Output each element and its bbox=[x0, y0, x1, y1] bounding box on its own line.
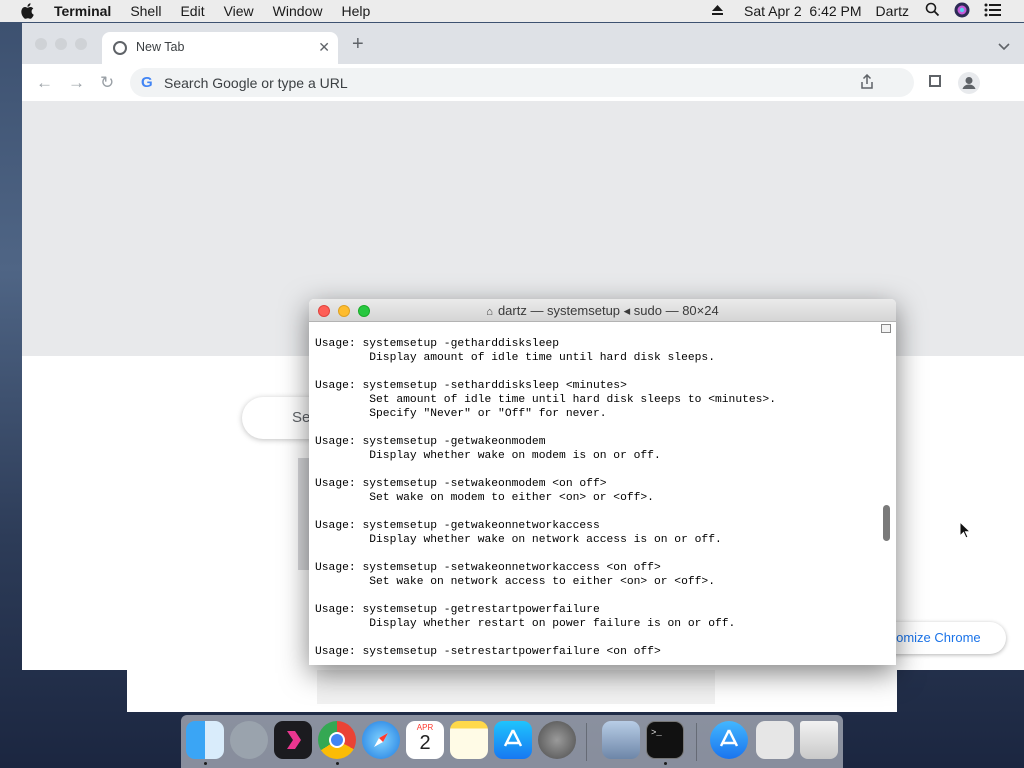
browser-toolbar: ← → ↻ G Search Google or type a URL bbox=[22, 64, 1024, 101]
background-window bbox=[127, 670, 897, 712]
calendar-icon[interactable]: APR 2 bbox=[406, 721, 444, 759]
eject-icon[interactable] bbox=[711, 3, 724, 19]
terminal-line: Display whether wake on modem is on or o… bbox=[315, 450, 661, 462]
terminal-line: Set wake on modem to either <on> or <off… bbox=[315, 492, 654, 504]
chrome-minimize-button[interactable] bbox=[55, 38, 67, 50]
ntp-search-placeholder: Se bbox=[292, 409, 311, 426]
tab-title: New Tab bbox=[136, 40, 185, 54]
calendar-month: APR bbox=[416, 723, 434, 732]
terminal-line: Usage: systemsetup -setwakeonmodem <on o… bbox=[315, 478, 607, 490]
terminal-line: Display whether wake on network access i… bbox=[315, 534, 722, 546]
share-icon[interactable] bbox=[860, 73, 874, 95]
trash-icon[interactable] bbox=[800, 721, 838, 759]
split-pane-icon[interactable] bbox=[881, 324, 891, 333]
terminal-title-bar[interactable]: ⌂ dartz — systemsetup ◂ sudo — 80×24 bbox=[309, 299, 896, 322]
notes-icon[interactable] bbox=[450, 721, 488, 759]
menu-bar: Terminal Shell Edit View Window Help Sat… bbox=[0, 0, 1024, 22]
terminal-title: dartz — systemsetup ◂ sudo — 80×24 bbox=[497, 303, 719, 318]
control-center-icon[interactable] bbox=[984, 3, 1002, 20]
terminal-line: Display whether restart on power failure… bbox=[315, 618, 736, 630]
profile-avatar-icon[interactable] bbox=[958, 72, 980, 94]
davinci-icon[interactable] bbox=[274, 721, 312, 759]
terminal-line: Display amount of idle time until hard d… bbox=[315, 352, 715, 364]
omnibox-placeholder: Search Google or type a URL bbox=[164, 75, 348, 91]
side-panel-icon[interactable] bbox=[929, 75, 941, 87]
siri-icon[interactable] bbox=[954, 2, 970, 21]
mouse-cursor-icon bbox=[959, 521, 971, 539]
menu-view[interactable]: View bbox=[224, 3, 254, 19]
terminal-line: Set wake on network access to either <on… bbox=[315, 576, 715, 588]
terminal-window: ⌂ dartz — systemsetup ◂ sudo — 80×24 Usag… bbox=[309, 299, 896, 665]
chrome-icon[interactable] bbox=[318, 721, 356, 759]
reload-icon[interactable]: ↻ bbox=[100, 73, 114, 93]
terminal-icon[interactable]: >_ bbox=[646, 721, 684, 759]
launchpad-icon[interactable] bbox=[230, 721, 268, 759]
tab-close-icon[interactable]: ✕ bbox=[318, 39, 330, 56]
chrome-close-button[interactable] bbox=[35, 38, 47, 50]
menu-window[interactable]: Window bbox=[273, 3, 323, 19]
terminal-line: Specify "Never" or "Off" for never. bbox=[315, 408, 607, 420]
terminal-line: Usage: systemsetup -setrestartpowerfailu… bbox=[315, 646, 661, 658]
terminal-line: Usage: systemsetup -getwakeonnetworkacce… bbox=[315, 520, 600, 532]
menu-app-name[interactable]: Terminal bbox=[54, 3, 111, 19]
menu-extras: Sat Apr 2 6:42 PM Dartz bbox=[697, 0, 1024, 22]
terminal-running-dot bbox=[664, 762, 667, 765]
tab-strip: New Tab ✕ + bbox=[22, 23, 1024, 64]
documents-icon[interactable] bbox=[756, 721, 794, 759]
chrome-running-dot bbox=[336, 762, 339, 765]
chrome-zoom-button[interactable] bbox=[75, 38, 87, 50]
safari-icon[interactable] bbox=[362, 721, 400, 759]
terminal-output[interactable]: Usage: systemsetup -getharddisksleep Dis… bbox=[315, 337, 776, 659]
terminal-line: Usage: systemsetup -getharddisksleep bbox=[315, 338, 560, 350]
spotlight-icon[interactable] bbox=[925, 2, 940, 20]
terminal-line: Usage: systemsetup -setwakeonnetworkacce… bbox=[315, 562, 661, 574]
appstore-icon[interactable] bbox=[494, 721, 532, 759]
menu-clock[interactable]: Sat Apr 2 6:42 PM bbox=[744, 3, 862, 19]
finder-running-dot bbox=[204, 762, 207, 765]
tab-new-tab[interactable]: New Tab ✕ bbox=[102, 32, 338, 64]
preview-icon[interactable] bbox=[602, 721, 640, 759]
terminal-line: Usage: systemsetup -setharddisksleep <mi… bbox=[315, 380, 627, 392]
finder-icon[interactable] bbox=[186, 721, 224, 759]
terminal-line: Set amount of idle time until hard disk … bbox=[315, 394, 776, 406]
downloads-icon[interactable] bbox=[710, 721, 748, 759]
chrome-favicon-icon bbox=[113, 41, 127, 55]
forward-icon[interactable]: → bbox=[68, 73, 85, 93]
menu-shell[interactable]: Shell bbox=[130, 3, 161, 19]
menu-user[interactable]: Dartz bbox=[876, 3, 909, 19]
terminal-line: Usage: systemsetup -getrestartpowerfailu… bbox=[315, 604, 600, 616]
customize-chrome-label: stomize Chrome bbox=[886, 630, 981, 645]
terminal-scrollbar[interactable] bbox=[883, 505, 890, 541]
new-tab-button[interactable]: + bbox=[352, 33, 364, 56]
dock: APR 2 >_ bbox=[181, 715, 843, 768]
calendar-day: 2 bbox=[419, 732, 431, 754]
menu-help[interactable]: Help bbox=[341, 3, 370, 19]
home-folder-icon: ⌂ bbox=[486, 306, 493, 318]
system-preferences-icon[interactable] bbox=[538, 721, 576, 759]
tab-search-chevron-icon[interactable] bbox=[998, 38, 1010, 56]
omnibox[interactable]: G Search Google or type a URL bbox=[130, 68, 914, 97]
apple-menu-icon[interactable] bbox=[20, 3, 34, 19]
back-icon[interactable]: ← bbox=[36, 73, 53, 93]
menu-edit[interactable]: Edit bbox=[180, 3, 204, 19]
google-g-icon: G bbox=[141, 74, 153, 91]
terminal-line: Usage: systemsetup -getwakeonmodem bbox=[315, 436, 546, 448]
